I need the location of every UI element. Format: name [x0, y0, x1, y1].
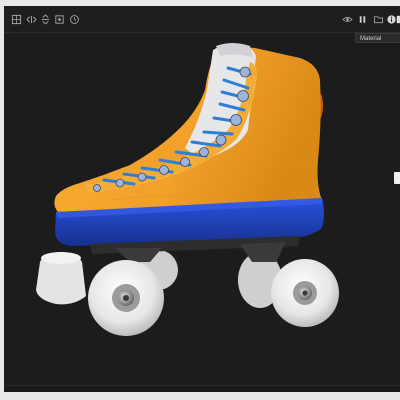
front-wheel	[88, 260, 164, 336]
roller-skate-render	[36, 43, 339, 336]
app-window: Material	[0, 0, 400, 400]
panel-resize-handle[interactable]	[394, 172, 400, 184]
toe-stop	[36, 252, 86, 305]
rear-wheel	[271, 259, 339, 327]
window-frame-bottom	[0, 392, 400, 400]
